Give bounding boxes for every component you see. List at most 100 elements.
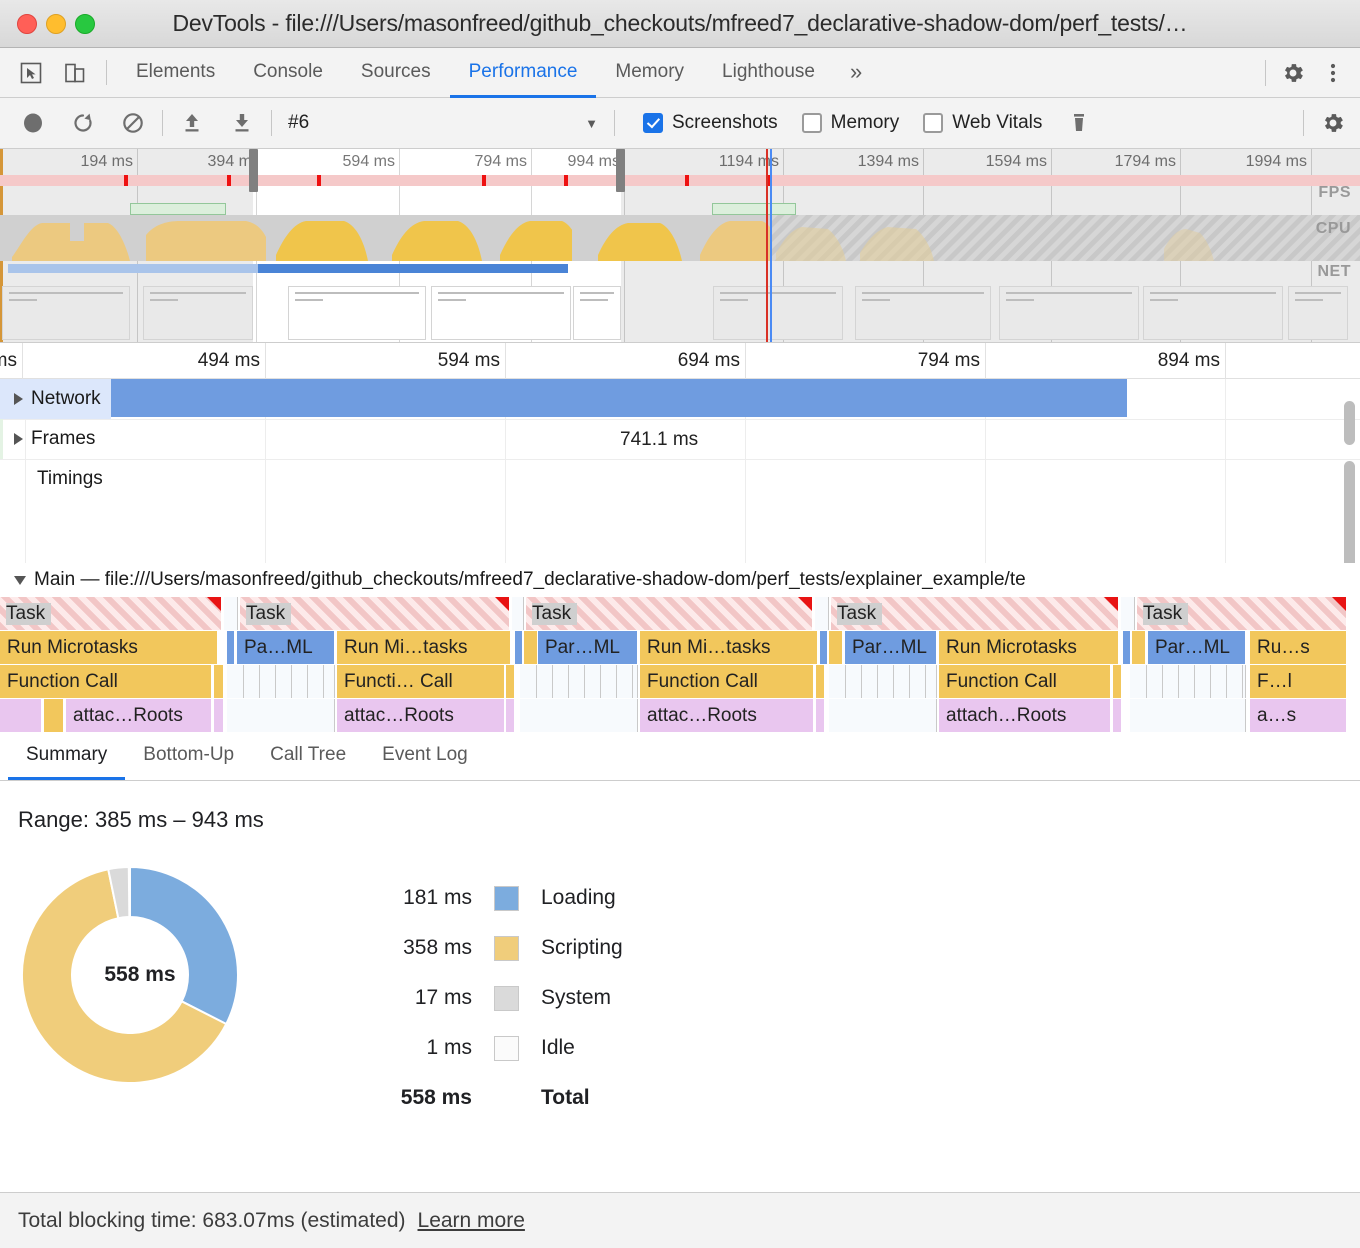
flame-bar[interactable] [520, 665, 638, 698]
flame-bar[interactable]: Par…ML [1148, 631, 1246, 664]
flame-bar[interactable]: Functi… Call [337, 665, 505, 698]
tab-call-tree[interactable]: Call Tree [252, 733, 364, 780]
more-vertical-icon[interactable] [1320, 60, 1346, 86]
screenshot-filmstrip[interactable] [0, 283, 1360, 342]
flame-bar[interactable] [816, 699, 825, 732]
flame-bar[interactable] [214, 699, 224, 732]
flame-bar[interactable]: Run Mi…tasks [337, 631, 511, 664]
filmstrip-frame[interactable] [2, 286, 130, 340]
flame-bar[interactable] [816, 665, 825, 698]
flame-bar[interactable]: Task [1137, 597, 1347, 630]
flame-bar[interactable] [512, 597, 524, 630]
flame-bar[interactable] [520, 699, 638, 732]
flame-bar[interactable] [829, 665, 937, 698]
flame-bar[interactable]: Function Call [0, 665, 212, 698]
flame-bar[interactable]: Function Call [640, 665, 814, 698]
download-profile-icon[interactable] [229, 110, 255, 136]
record-icon[interactable] [20, 110, 46, 136]
tab-bottom-up[interactable]: Bottom-Up [125, 733, 252, 780]
reload-and-record-icon[interactable] [70, 110, 96, 136]
filmstrip-frame[interactable] [431, 286, 571, 340]
upload-profile-icon[interactable] [179, 110, 205, 136]
flame-bar[interactable] [1113, 665, 1122, 698]
filmstrip-frame[interactable] [855, 286, 991, 340]
filmstrip-frame[interactable] [288, 286, 426, 340]
device-toolbar-icon[interactable] [62, 60, 88, 86]
flame-bar[interactable] [1130, 699, 1246, 732]
tab-event-log[interactable]: Event Log [364, 733, 486, 780]
flame-bar[interactable] [0, 699, 42, 732]
overview-selection-left-handle[interactable] [249, 149, 258, 192]
track-header-frames[interactable]: Frames [0, 419, 95, 459]
flame-bar[interactable] [1113, 699, 1122, 732]
flame-bar[interactable]: attac…Roots [640, 699, 814, 732]
filmstrip-frame[interactable] [573, 286, 621, 340]
flame-bar[interactable] [44, 699, 64, 732]
flame-row-level-3[interactable]: attac…Roots attac…Roots attac…Roots attach…… [0, 699, 1360, 733]
timeline-overview[interactable]: 194 ms 394 m 594 ms 794 ms 994 ms 1194 ms 1394… [0, 149, 1360, 343]
flame-bar[interactable]: attac…Roots [66, 699, 212, 732]
flame-bar[interactable] [1130, 665, 1246, 698]
track-frames[interactable]: Frames 741.1 ms [0, 419, 1360, 459]
clear-recording-icon[interactable] [120, 110, 146, 136]
delete-icon[interactable] [1066, 110, 1092, 136]
flame-bar[interactable]: Par…ML [845, 631, 937, 664]
screenshots-checkbox[interactable]: Screenshots [643, 112, 778, 134]
flame-bar[interactable] [515, 631, 523, 664]
flame-bar[interactable]: attach…Roots [939, 699, 1111, 732]
main-track-header[interactable]: Main — file:///Users/masonfreed/github_c… [0, 563, 1360, 597]
flame-bar[interactable] [829, 631, 843, 664]
more-tabs-chevron-icon[interactable]: » [834, 49, 878, 98]
flame-bar[interactable] [524, 631, 538, 664]
flame-bar[interactable] [815, 597, 829, 630]
tab-memory[interactable]: Memory [596, 49, 703, 98]
flame-bar[interactable]: Run Mi…tasks [640, 631, 818, 664]
flame-bar[interactable] [214, 665, 224, 698]
filmstrip-frame[interactable] [713, 286, 843, 340]
flame-row-level-1[interactable]: Run Microtasks Pa…ML Run Mi…tasks Par…ML Run… [0, 631, 1360, 665]
tab-lighthouse[interactable]: Lighthouse [703, 49, 834, 98]
flame-bar[interactable]: Pa…ML [237, 631, 335, 664]
flame-bar[interactable]: Ru…s [1250, 631, 1347, 664]
track-network[interactable]: Network [0, 379, 1360, 419]
flame-bar[interactable]: Task [0, 597, 222, 630]
flame-bar[interactable] [224, 597, 238, 630]
tracks-scrollbar-main[interactable] [1344, 461, 1355, 563]
track-timings[interactable]: Timings [0, 459, 1360, 499]
filmstrip-frame[interactable] [999, 286, 1139, 340]
inspect-icon[interactable] [18, 60, 44, 86]
tab-performance[interactable]: Performance [449, 49, 597, 98]
flame-bar[interactable] [1132, 631, 1146, 664]
flame-bar[interactable]: Task [526, 597, 813, 630]
flame-bar[interactable]: Run Microtasks [939, 631, 1119, 664]
profile-selector[interactable]: #6 ▼ [288, 112, 598, 134]
flame-bar[interactable]: Task [240, 597, 510, 630]
legend-row[interactable]: 1 ms Idle [360, 1023, 623, 1073]
legend-row[interactable]: 181 ms Loading [360, 873, 623, 923]
capture-settings-gear-icon[interactable] [1320, 110, 1346, 136]
tracks-scrollbar-top[interactable] [1344, 401, 1355, 445]
track-header-network[interactable]: Network [0, 379, 111, 419]
flame-bar[interactable]: a…s [1250, 699, 1347, 732]
flame-bar[interactable] [829, 699, 937, 732]
flame-bar[interactable] [227, 631, 235, 664]
flame-bar[interactable] [1123, 631, 1131, 664]
settings-gear-icon[interactable] [1280, 60, 1306, 86]
flame-bar[interactable]: Task [831, 597, 1119, 630]
flame-bar[interactable] [1121, 597, 1135, 630]
filmstrip-frame[interactable] [143, 286, 253, 340]
tab-console[interactable]: Console [234, 49, 342, 98]
activity-donut-chart[interactable]: 558 ms [20, 863, 260, 1087]
flame-bar[interactable]: F…l [1250, 665, 1347, 698]
flame-bar[interactable]: attac…Roots [337, 699, 505, 732]
filmstrip-frame[interactable] [1288, 286, 1348, 340]
tab-elements[interactable]: Elements [117, 49, 234, 98]
web-vitals-checkbox[interactable]: Web Vitals [923, 112, 1042, 134]
flame-bar[interactable]: Par…ML [538, 631, 638, 664]
flame-bar[interactable] [820, 631, 828, 664]
flame-bar[interactable]: Run Microtasks [0, 631, 218, 664]
flame-bar[interactable]: Function Call [939, 665, 1111, 698]
legend-row[interactable]: 17 ms System [360, 973, 623, 1023]
tab-summary[interactable]: Summary [8, 733, 126, 780]
tab-sources[interactable]: Sources [342, 49, 450, 98]
